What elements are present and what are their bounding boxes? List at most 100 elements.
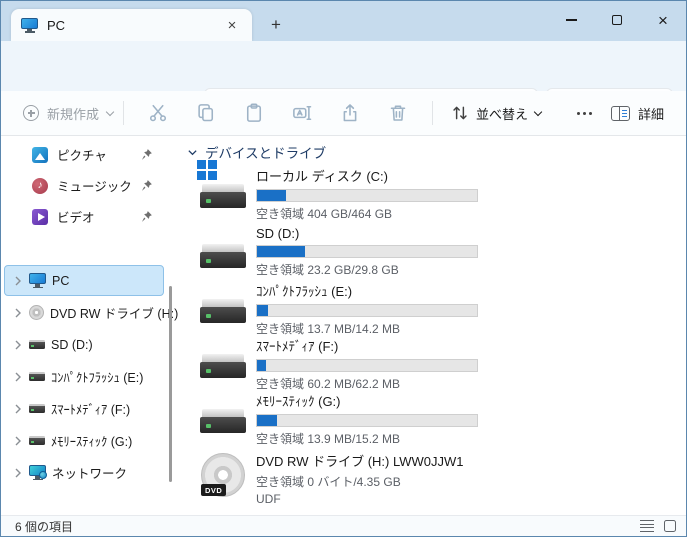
minimize-button[interactable] [548,1,594,39]
new-label: 新規作成 [47,106,100,122]
sidebar-item-pc[interactable]: PC [4,265,164,296]
navigation-bar: ← → ↑ ↻ PC [1,41,686,124]
navigation-pane: ピクチャ ♪ ミュージック ビデオ PC DVD RW ドライブ (H:) SD… [1,136,178,517]
chevron-right-icon[interactable] [13,435,23,447]
drive-icon [29,404,45,413]
file-list-pane: デバイスとドライブ ローカル ディスク (C:) 空き領域 404 GB/464… [175,136,686,517]
sort-label: 並べ替え [476,106,529,122]
sidebar-item-smartmedia-drive[interactable]: ｽﾏｰﾄﾒﾃﾞｨｱ (F:) [4,393,164,424]
drive-free-space: 空き領域 23.2 GB/29.8 GB [256,263,399,277]
details-view-icon[interactable] [640,520,654,532]
content-area: ピクチャ ♪ ミュージック ビデオ PC DVD RW ドライブ (H:) SD… [1,136,686,517]
drive-icon [199,228,249,272]
capacity-bar [256,414,478,427]
sidebar-item-pictures[interactable]: ピクチャ [4,139,164,170]
drive-item-d[interactable]: SD (D:) 空き領域 23.2 GB/29.8 GB [199,226,639,278]
drive-free-space: 空き領域 13.7 MB/14.2 MB [256,322,401,336]
chevron-right-icon[interactable] [13,371,23,383]
tab-title: PC [47,17,66,33]
share-button[interactable] [331,96,369,130]
details-toggle-button[interactable]: 詳細 [610,104,664,123]
maximize-icon [612,15,622,25]
trash-icon [390,105,406,121]
drive-item-c[interactable]: ローカル ディスク (C:) 空き領域 404 GB/464 GB [197,160,639,221]
window-controls: × [548,1,686,41]
large-icons-view-icon[interactable] [664,520,676,532]
drive-name: ローカル ディスク (C:) [256,169,388,184]
drive-free-space: 空き領域 60.2 MB/62.2 MB [256,377,401,391]
drive-icon [199,283,249,327]
capacity-bar [256,245,478,258]
drive-item-f[interactable]: ｽﾏｰﾄﾒﾃﾞｨｱ (F:) 空き領域 60.2 MB/62.2 MB [199,336,639,391]
pin-icon [140,210,153,226]
disc-icon [29,305,44,320]
music-icon: ♪ [32,177,48,194]
cut-button[interactable] [139,96,177,130]
sidebar-item-music[interactable]: ♪ ミュージック [4,170,164,201]
delete-button[interactable] [379,96,417,130]
tab-close-icon[interactable]: × [222,15,242,35]
paste-icon [246,103,262,122]
drive-name: ﾒﾓﾘｰｽﾃｨｯｸ (G:) [256,394,341,409]
chevron-down-icon [188,149,197,155]
sidebar-item-memorystick-drive[interactable]: ﾒﾓﾘｰｽﾃｨｯｸ (G:) [4,425,164,456]
sidebar-item-network[interactable]: ネットワーク [4,457,164,488]
drive-name: SD (D:) [256,226,300,241]
chevron-down-icon [533,107,543,116]
rename-button[interactable] [283,96,321,130]
command-bar: 新規作成 並べ替え 詳細 [1,91,686,136]
chevron-right-icon[interactable] [13,467,23,479]
drive-icon [29,340,45,349]
chevron-down-icon [105,107,115,116]
close-button[interactable]: × [640,1,686,39]
videos-icon [32,208,48,225]
copy-icon [198,104,214,122]
drive-icon [199,393,249,437]
drive-item-h-dvd[interactable]: DVD DVD RW ドライブ (H:) LWW0JJW1 空き領域 0 バイト… [199,451,639,507]
chevron-right-icon[interactable] [13,307,23,319]
sort-button[interactable]: 並べ替え [451,104,543,123]
group-devices-and-drives[interactable]: デバイスとドライブ [187,142,326,162]
drive-item-e[interactable]: ｺﾝﾊﾟｸﾄﾌﾗｯｼｭ (E:) 空き領域 13.7 MB/14.2 MB [199,281,639,336]
see-more-button[interactable] [567,98,601,128]
cut-icon [149,104,167,122]
drive-free-space: 空き領域 13.9 MB/15.2 MB [256,432,401,446]
explorer-window: PC × + × ← → ↑ ↻ PC [0,0,687,537]
sidebar-scrollbar[interactable] [169,286,172,482]
plus-icon [23,105,39,121]
new-button[interactable]: 新規作成 [23,104,115,123]
drive-icon [29,372,45,381]
close-icon: × [658,10,668,30]
rename-icon [293,105,312,121]
chevron-right-icon[interactable] [13,339,23,351]
minimize-icon [565,19,577,21]
chevron-right-icon[interactable] [13,403,23,415]
drive-free-space: 空き領域 0 バイト/4.35 GB [256,474,401,489]
drive-filesystem: UDF [256,492,281,506]
maximize-button[interactable] [594,1,640,39]
group-header-label: デバイスとドライブ [205,146,327,161]
sidebar-item-compactflash-drive[interactable]: ｺﾝﾊﾟｸﾄﾌﾗｯｼｭ (E:) [4,361,164,392]
item-count: 6 個の項目 [15,519,74,534]
share-icon [343,104,357,122]
tab-pc[interactable]: PC × [11,9,252,41]
sidebar-item-sd-drive[interactable]: SD (D:) [4,329,164,360]
status-bar: 6 個の項目 [1,515,686,536]
drive-item-g[interactable]: ﾒﾓﾘｰｽﾃｨｯｸ (G:) 空き領域 13.9 MB/15.2 MB [199,391,639,446]
drive-icon [199,338,249,382]
chevron-right-icon[interactable] [13,275,23,287]
new-tab-button[interactable]: + [264,13,288,37]
sidebar-item-videos[interactable]: ビデオ [4,201,164,232]
sort-icon [453,106,467,120]
drive-name: ｽﾏｰﾄﾒﾃﾞｨｱ (F:) [256,339,339,354]
copy-button[interactable] [187,96,225,130]
network-icon [29,465,47,481]
pin-icon [140,148,153,164]
sidebar-item-dvd-drive[interactable]: DVD RW ドライブ (H:) [4,297,178,328]
capacity-bar [256,359,478,372]
paste-button[interactable] [235,96,273,130]
pc-monitor-icon [29,273,46,289]
pc-monitor-icon [21,17,38,33]
drive-icon [29,436,45,445]
local-disk-icon [197,160,249,212]
